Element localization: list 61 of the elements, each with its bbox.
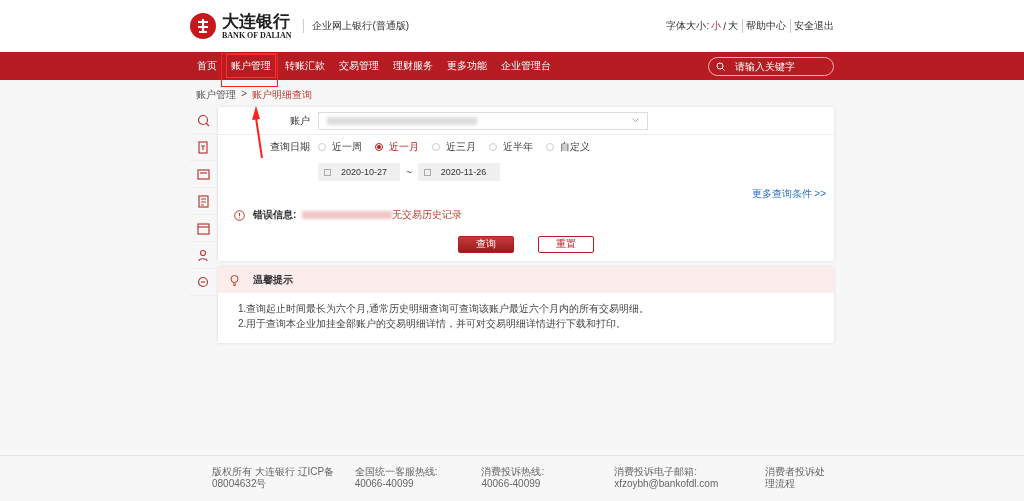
header-link[interactable]: 帮助中心 [742,19,786,33]
footer-value: 40066-40099 [354,478,415,490]
search-input[interactable]: 请输入关键字 [733,59,823,73]
date-range-radio[interactable]: 自定义 [546,140,603,154]
lightbulb-icon [230,274,239,286]
date-range-radio[interactable]: 近半年 [489,140,546,154]
font-size-option[interactable]: 大 [728,19,738,33]
tip-text: 2.用于查询本企业加挂全部账户的交易明细详情，并可对交易明细详情进行下载和打印。 [237,317,628,331]
tip-text: 1.查询起止时间最长为六个月,通常历史明细查询可查询该账户最近六个月内的所有交易明细。 [237,302,651,316]
field-label: 账户 [289,113,311,128]
card-icon [196,167,210,181]
error-label: 错误信息: [253,208,297,222]
more-conditions-link[interactable]: 更多查询条件 >> [751,187,834,201]
breadcrumb-separator: > [241,88,247,101]
search-icon [196,113,210,127]
footer-label: 消费投诉电子邮箱: [614,466,698,478]
site-subtitle: 企业网上银行(普通版) [303,19,410,33]
breadcrumb-item[interactable]: 账户管理 [196,88,236,102]
breadcrumb-item: 账户明细查询 [251,88,312,102]
footer-label: 版权所有 大连银行 辽ICP备 [212,466,336,478]
list-icon [196,194,210,208]
footer-value: 理流程 [764,478,796,490]
footer-value[interactable]: xfzoybh@bankofdl.com [614,478,765,490]
nav-tab[interactable]: 理财服务 [386,52,440,80]
bank-logo-icon [190,13,216,39]
slash-separator: / [723,20,726,32]
font-size-option[interactable]: 小 [711,19,722,33]
header-link[interactable]: 安全退出 [790,19,834,33]
bank-name-english: BANK OF DALIAN [222,30,292,40]
nav-tab[interactable]: 企业管理台 [494,52,558,80]
date-range-radio[interactable]: 近三月 [432,140,489,154]
user-icon [196,248,210,262]
nav-tab[interactable]: 账户管理 [224,52,278,80]
money-document-icon [196,140,210,154]
date-separator: ~ [405,166,413,178]
date-range-radio[interactable]: 近一周 [318,140,375,154]
start-date-field[interactable]: 2020-10-27 [318,163,400,181]
footer-label: 消费投诉热线: [481,466,546,478]
nav-tab[interactable]: 交易管理 [332,52,386,80]
end-date-field[interactable]: 2020-11-26 [417,163,500,181]
chevron-down-icon [632,118,639,123]
footer-value: 40066-40099 [481,478,542,490]
footer-label: 消费者投诉处 [764,466,826,478]
account-select[interactable] [318,111,648,130]
error-message: 无交易历史记录 [392,208,463,222]
query-button[interactable]: 查询 [458,235,514,253]
font-size-label: 字体大小: [666,19,710,33]
search-icon [716,61,725,71]
tips-title: 温馨提示 [253,273,293,287]
date-range-radio[interactable]: 近一月 [375,140,432,154]
bank-name: 大连银行 [222,12,291,31]
nav-tab[interactable]: 转账汇款 [278,52,332,80]
reset-button[interactable]: 重置 [538,235,594,253]
nav-tab[interactable]: 首页 [190,52,224,80]
error-icon [234,209,245,221]
annotation-arrow [250,106,266,158]
nav-tab[interactable]: 更多功能 [440,52,494,80]
footer-label: 全国统一客服热线: [354,466,439,478]
footer-value: 08004632号 [212,478,268,490]
field-label: 查询日期 [269,140,311,154]
annotation-box [221,53,278,87]
